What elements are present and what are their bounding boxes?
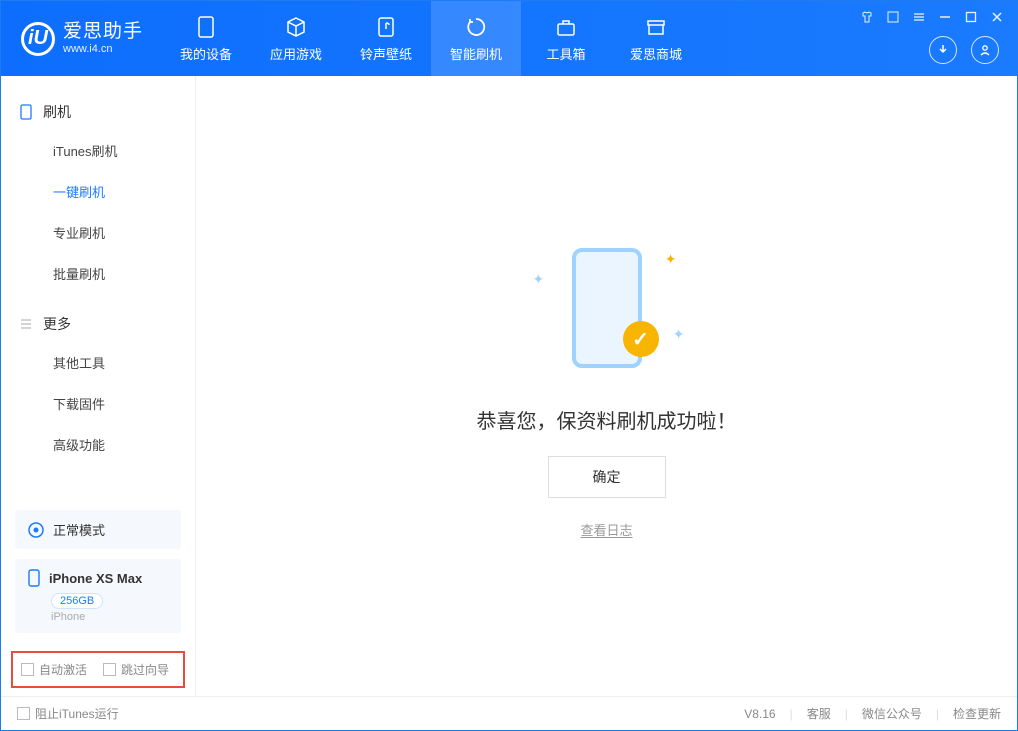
tab-label: 工具箱 — [547, 44, 586, 63]
footer-right: V8.16 | 客服 | 微信公众号 | 检查更新 — [744, 705, 1001, 722]
checkbox-label: 阻止iTunes运行 — [35, 705, 119, 722]
tab-apps[interactable]: 应用游戏 — [251, 1, 341, 76]
tab-store[interactable]: 爱思商城 — [611, 1, 701, 76]
checkbox-auto-activate[interactable]: 自动激活 — [21, 661, 87, 678]
logo-area: iU 爱思助手 www.i4.cn — [1, 1, 161, 76]
ok-button[interactable]: 确定 — [548, 456, 666, 498]
support-link[interactable]: 客服 — [807, 705, 831, 722]
tab-label: 应用游戏 — [270, 44, 322, 63]
close-icon[interactable] — [989, 9, 1005, 25]
brand-text: 爱思助手 www.i4.cn — [63, 22, 143, 55]
sidebar-item-itunes-flash[interactable]: iTunes刷机 — [1, 130, 195, 171]
check-badge-icon: ✓ — [623, 321, 659, 357]
checkbox-icon — [17, 707, 30, 720]
tshirt-icon[interactable] — [859, 9, 875, 25]
main-content: ✦ ✦ ✦ ✓ 恭喜您，保资料刷机成功啦！ 确定 查看日志 — [196, 76, 1017, 696]
brand-name: 爱思助手 — [63, 22, 143, 43]
sidebar-section-more: 更多 — [1, 306, 195, 342]
checkbox-block-itunes[interactable]: 阻止iTunes运行 — [17, 705, 119, 722]
device-box[interactable]: iPhone XS Max 256GB iPhone — [15, 559, 181, 633]
cube-icon — [284, 15, 308, 39]
success-illustration: ✦ ✦ ✦ ✓ — [527, 233, 687, 383]
tab-label: 铃声壁纸 — [360, 44, 412, 63]
sidebar-item-advanced[interactable]: 高级功能 — [1, 424, 195, 465]
section-label: 更多 — [43, 314, 71, 334]
mode-icon — [27, 521, 45, 539]
download-button[interactable] — [929, 36, 957, 64]
refresh-shield-icon — [464, 15, 488, 39]
device-icon — [27, 569, 41, 587]
store-icon — [644, 15, 668, 39]
checkbox-icon — [21, 663, 34, 676]
tab-ringtones[interactable]: 铃声壁纸 — [341, 1, 431, 76]
minimize-icon[interactable] — [937, 9, 953, 25]
user-button[interactable] — [971, 36, 999, 64]
tab-label: 我的设备 — [180, 44, 232, 63]
list-icon — [19, 317, 33, 331]
sidebar-item-batch-flash[interactable]: 批量刷机 — [1, 253, 195, 294]
sparkle-icon: ✦ — [665, 251, 677, 268]
tab-toolbox[interactable]: 工具箱 — [521, 1, 611, 76]
sidebar-item-download-firmware[interactable]: 下载固件 — [1, 383, 195, 424]
sparkle-icon: ✦ — [673, 326, 685, 343]
mode-label: 正常模式 — [53, 520, 105, 539]
sidebar-item-pro-flash[interactable]: 专业刷机 — [1, 212, 195, 253]
sidebar-section-flash: 刷机 — [1, 94, 195, 130]
tab-my-device[interactable]: 我的设备 — [161, 1, 251, 76]
checkbox-label: 自动激活 — [39, 661, 87, 678]
separator: | — [845, 707, 848, 721]
square-icon[interactable] — [885, 9, 901, 25]
sidebar: 刷机 iTunes刷机 一键刷机 专业刷机 批量刷机 更多 其他工具 下载固件 … — [1, 76, 196, 696]
toolbox-icon — [554, 15, 578, 39]
checkbox-icon — [103, 663, 116, 676]
logo-icon: iU — [21, 22, 55, 56]
nav-tabs: 我的设备 应用游戏 铃声壁纸 智能刷机 工具箱 爱思商城 — [161, 1, 701, 76]
highlighted-options: 自动激活 跳过向导 — [11, 651, 185, 688]
device-name: iPhone XS Max — [49, 571, 142, 586]
capacity-badge: 256GB — [51, 593, 103, 609]
check-update-link[interactable]: 检查更新 — [953, 705, 1001, 722]
tab-label: 爱思商城 — [630, 44, 682, 63]
body: 刷机 iTunes刷机 一键刷机 专业刷机 批量刷机 更多 其他工具 下载固件 … — [1, 76, 1017, 696]
menu-icon[interactable] — [911, 9, 927, 25]
view-log-link[interactable]: 查看日志 — [580, 520, 632, 539]
tab-label: 智能刷机 — [450, 44, 502, 63]
window-controls — [859, 9, 1005, 25]
checkbox-skip-guide[interactable]: 跳过向导 — [103, 661, 169, 678]
wechat-link[interactable]: 微信公众号 — [862, 705, 922, 722]
device-type: iPhone — [51, 611, 169, 623]
brand-url: www.i4.cn — [63, 43, 143, 55]
footer-left: 阻止iTunes运行 — [17, 705, 119, 722]
sidebar-item-onekey-flash[interactable]: 一键刷机 — [1, 171, 195, 212]
maximize-icon[interactable] — [963, 9, 979, 25]
app-window: iU 爱思助手 www.i4.cn 我的设备 应用游戏 铃声壁纸 智能刷机 — [0, 0, 1018, 731]
footer: 阻止iTunes运行 V8.16 | 客服 | 微信公众号 | 检查更新 — [1, 696, 1017, 730]
header: iU 爱思助手 www.i4.cn 我的设备 应用游戏 铃声壁纸 智能刷机 — [1, 1, 1017, 76]
mode-box[interactable]: 正常模式 — [15, 510, 181, 549]
separator: | — [936, 707, 939, 721]
device-name-row: iPhone XS Max — [27, 569, 169, 587]
sparkle-icon: ✦ — [533, 271, 545, 288]
tab-smart-flash[interactable]: 智能刷机 — [431, 1, 521, 76]
header-action-circles — [929, 36, 999, 64]
success-message: 恭喜您，保资料刷机成功啦！ — [477, 405, 737, 434]
music-file-icon — [374, 15, 398, 39]
section-label: 刷机 — [43, 102, 71, 122]
sidebar-item-other-tools[interactable]: 其他工具 — [1, 342, 195, 383]
checkbox-label: 跳过向导 — [121, 661, 169, 678]
version-label: V8.16 — [744, 707, 775, 721]
phone-small-icon — [19, 104, 33, 120]
separator: | — [790, 707, 793, 721]
phone-icon — [194, 15, 218, 39]
